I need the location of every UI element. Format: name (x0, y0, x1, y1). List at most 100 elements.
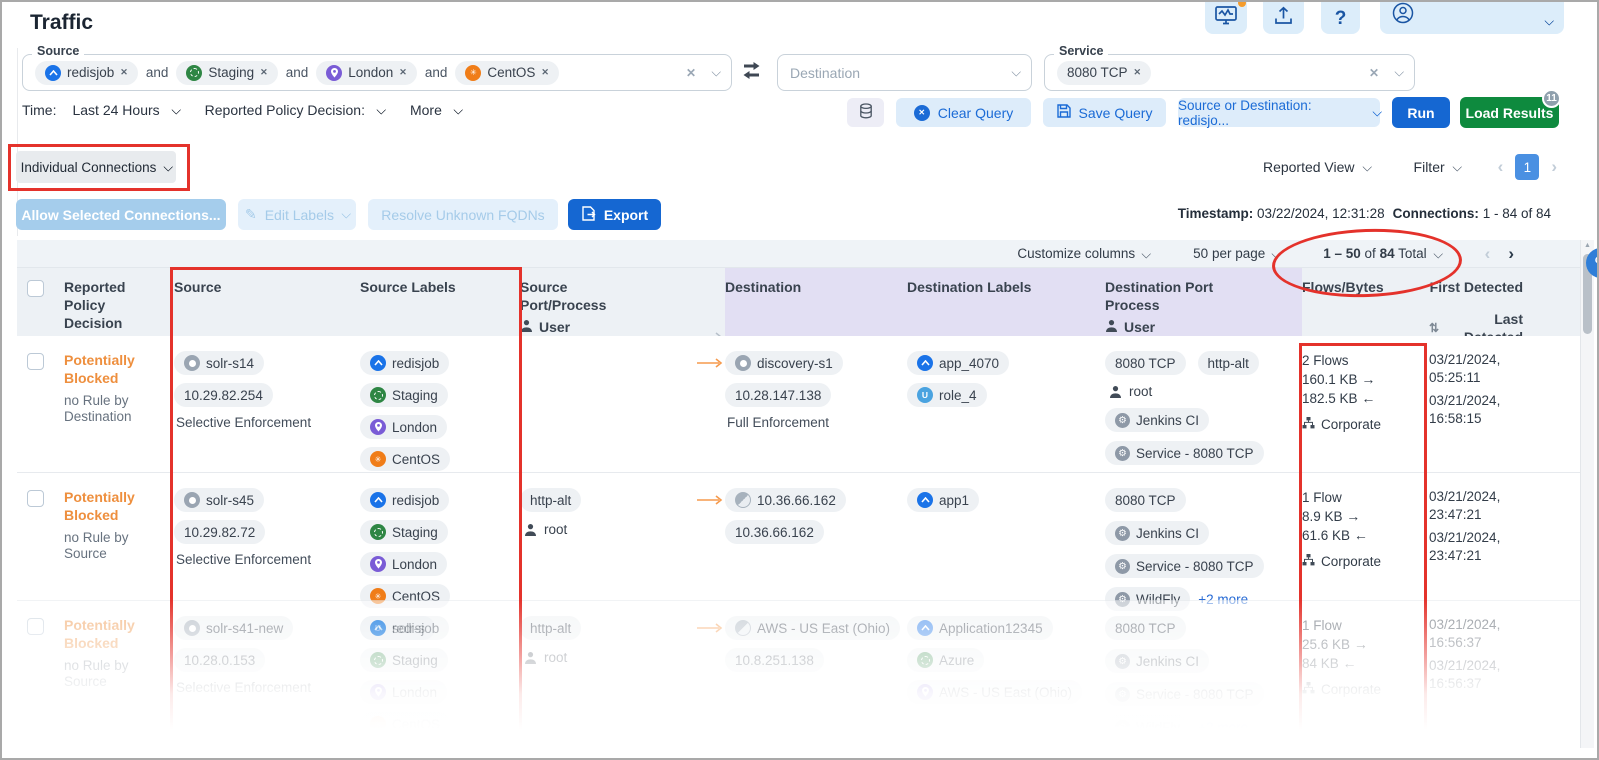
chevron-down-icon[interactable] (1362, 161, 1372, 171)
page-number[interactable]: 1 (1515, 154, 1539, 180)
help-button[interactable]: ? (1321, 0, 1360, 34)
service-chip[interactable]: ⚙Service - 8080 TCP (1105, 441, 1264, 465)
process-chip[interactable]: http-alt (520, 488, 581, 512)
scroll-up-arrow[interactable]: ▲ (1584, 242, 1591, 249)
row-checkbox[interactable] (27, 618, 44, 635)
remove-tag-icon[interactable]: ✕ (120, 67, 128, 78)
remove-tag-icon[interactable]: ✕ (260, 67, 268, 78)
chevron-down-icon[interactable] (1452, 161, 1462, 171)
destination-ip-chip[interactable]: 10.28.147.138 (725, 383, 831, 407)
user-menu[interactable] (1380, 0, 1564, 34)
remove-tag-icon[interactable]: ✕ (541, 67, 549, 78)
label-chip[interactable]: Staging (360, 383, 448, 407)
destination-ip-chip[interactable]: 10.8.251.138 (725, 648, 824, 672)
source-workload-chip[interactable]: solr-s14 (174, 351, 264, 375)
remove-tag-icon[interactable]: ✕ (399, 67, 407, 78)
port-chip[interactable]: 8080 TCP (1105, 488, 1186, 512)
destination-workload-chip[interactable]: AWS - US East (Ohio) (725, 616, 900, 640)
filter-tag-redisjob[interactable]: redisjob✕ (35, 61, 138, 85)
page-range-dropdown[interactable]: 1 – 50 of 84 Total (1323, 246, 1440, 261)
destination-workload-chip[interactable]: discovery-s1 (725, 351, 843, 375)
reported-policy-decision-filter[interactable]: Reported Policy Decision: (205, 102, 365, 118)
service-chip[interactable]: ⚙WildFly (1105, 715, 1190, 739)
reported-view-dropdown[interactable]: Reported View (1263, 159, 1355, 175)
source-workload-chip[interactable]: solr-s41-new (174, 616, 293, 640)
col-reported-policy-decision[interactable]: Reported Policy Decision (64, 268, 174, 346)
query-history-button[interactable] (847, 98, 884, 127)
saved-query-dropdown[interactable]: Source or Destination: redisjo... (1178, 98, 1380, 127)
destination-filter-field[interactable]: Destination (777, 54, 1032, 91)
service-filter-field[interactable]: 8080 TCP✕ ✕ (1044, 54, 1415, 91)
col-source[interactable]: Source (174, 268, 360, 346)
service-chip[interactable]: ⚙Jenkins CI (1105, 408, 1209, 432)
customize-columns-dropdown[interactable]: Customize columns (1017, 246, 1149, 261)
label-chip[interactable]: redisjob (360, 488, 449, 512)
filter-tag-service[interactable]: 8080 TCP✕ (1057, 61, 1151, 85)
label-chip[interactable]: app_4070 (907, 351, 1009, 375)
export-button[interactable]: Export (568, 199, 661, 230)
label-chip[interactable]: London (360, 552, 447, 576)
time-value[interactable]: Last 24 Hours (72, 102, 159, 118)
label-chip[interactable]: Staging (360, 520, 448, 544)
label-chip[interactable]: redisjob (360, 351, 449, 375)
col-source-labels[interactable]: Source Labels (360, 268, 520, 346)
chevron-down-icon[interactable] (376, 104, 386, 114)
source-workload-chip[interactable]: solr-s45 (174, 488, 264, 512)
label-chip[interactable]: London (360, 415, 447, 439)
sort-icon[interactable]: ⇅ (1429, 319, 1439, 337)
next-page-arrow[interactable]: › (1547, 157, 1561, 177)
chevron-down-icon[interactable] (711, 67, 721, 77)
more-filters[interactable]: More (410, 102, 442, 118)
service-chip[interactable]: ⚙Service - 8080 TCP (1105, 682, 1264, 706)
prev-results-arrow[interactable]: ‹ (1485, 244, 1491, 264)
label-chip[interactable]: Usolr-s (360, 744, 435, 760)
source-ip-chip[interactable]: 10.29.82.72 (174, 520, 265, 544)
label-chip[interactable]: app1 (907, 488, 979, 512)
source-ip-chip[interactable]: 10.28.0.153 (174, 648, 265, 672)
process-chip[interactable]: http-alt (520, 616, 581, 640)
clear-field-icon[interactable]: ✕ (1369, 66, 1379, 80)
label-chip[interactable]: Application12345 (907, 616, 1053, 640)
chevron-down-icon[interactable] (1394, 67, 1404, 77)
run-button[interactable]: Run (1392, 97, 1450, 128)
select-all-checkbox[interactable] (27, 280, 44, 297)
port-chip[interactable]: 8080 TCP (1105, 616, 1186, 640)
filter-dropdown[interactable]: Filter (1414, 159, 1445, 175)
filter-tag-centos[interactable]: ✳CentOS✕ (455, 61, 559, 85)
clear-query-button[interactable]: ✕ Clear Query (896, 98, 1031, 127)
label-chip[interactable]: ✳CentOS (360, 712, 450, 736)
service-chip[interactable]: ⚙Service - 8080 TCP (1105, 554, 1264, 578)
port-chip[interactable]: 8080 TCP (1105, 351, 1186, 375)
prev-page-arrow[interactable]: ‹ (1494, 157, 1508, 177)
row-checkbox[interactable] (27, 353, 44, 370)
resolve-unknown-fqdns-button[interactable]: Resolve Unknown FQDNs (368, 199, 558, 230)
service-chip[interactable]: ⚙Jenkins CI (1105, 649, 1209, 673)
label-chip[interactable]: London (360, 680, 447, 704)
label-chip[interactable]: ✳CentOS (360, 447, 450, 471)
edit-labels-button[interactable]: ✎ Edit Labels (238, 199, 356, 230)
row-checkbox[interactable] (27, 490, 44, 507)
chevron-down-icon[interactable] (1011, 67, 1021, 77)
allow-selected-connections-button[interactable]: Allow Selected Connections... (16, 199, 226, 230)
source-ip-chip[interactable]: 10.29.82.254 (174, 383, 273, 407)
col-source-port[interactable]: Source Port/Process User (520, 268, 697, 346)
col-flows-bytes[interactable]: Flows/Bytes (1302, 268, 1429, 346)
remove-tag-icon[interactable]: ✕ (1134, 67, 1142, 78)
save-query-button[interactable]: Save Query (1043, 98, 1166, 127)
label-chip[interactable]: Azure (907, 648, 984, 672)
label-chip[interactable]: Urole_4 (907, 383, 987, 407)
service-chip[interactable]: ⚙Jenkins CI (1105, 521, 1209, 545)
swap-source-destination-icon[interactable] (741, 62, 762, 82)
per-page-dropdown[interactable]: 50 per page (1193, 246, 1279, 261)
destination-workload-chip[interactable]: 10.36.66.162 (725, 488, 846, 512)
vertical-scrollbar[interactable]: ▲ (1580, 240, 1594, 748)
more-services-link[interactable]: +2 more (1198, 720, 1248, 735)
label-chip[interactable]: redisjob (360, 616, 449, 640)
export-page-button[interactable] (1263, 0, 1304, 34)
label-chip[interactable]: Staging (360, 648, 448, 672)
col-destination[interactable]: Destination (725, 268, 907, 346)
next-results-arrow[interactable]: › (1508, 244, 1514, 264)
filter-tag-staging[interactable]: Staging✕ (176, 61, 277, 85)
destination-ip-chip[interactable]: 10.36.66.162 (725, 520, 824, 544)
chevron-down-icon[interactable] (453, 104, 463, 114)
